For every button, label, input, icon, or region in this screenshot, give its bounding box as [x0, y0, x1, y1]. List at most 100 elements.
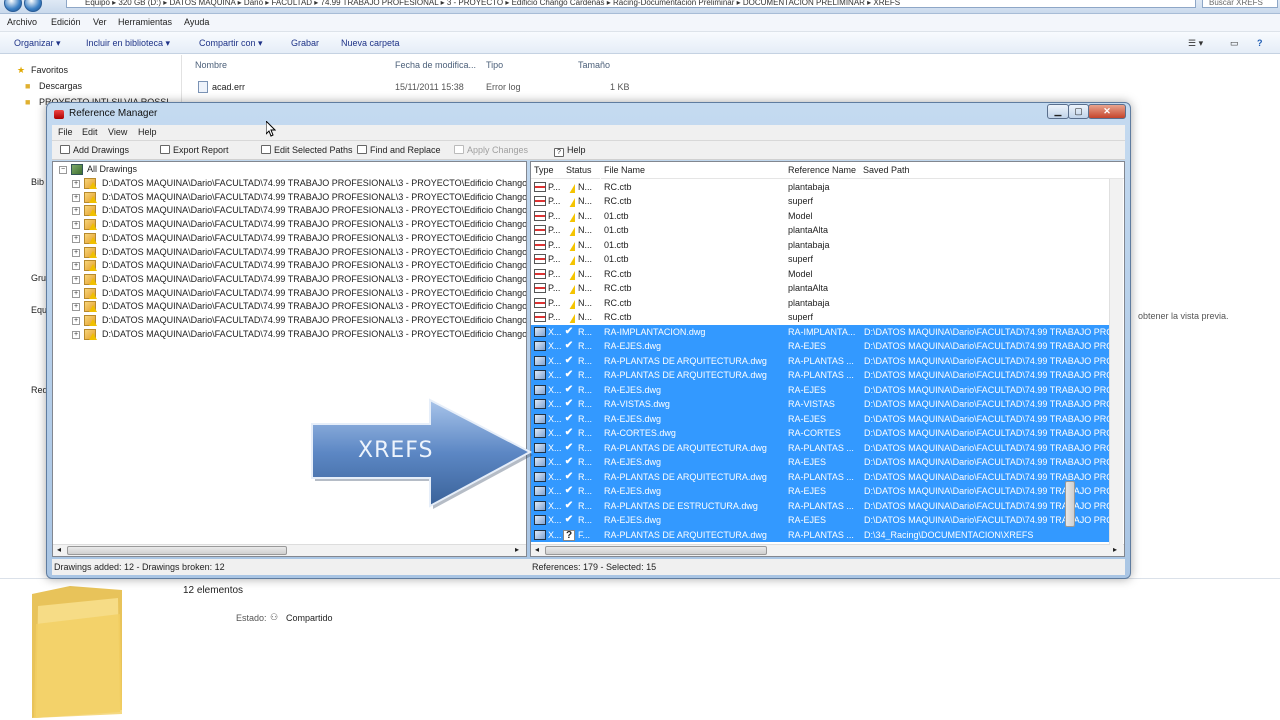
check-icon: ✔: [564, 471, 574, 482]
grabar-button[interactable]: Grabar: [291, 38, 319, 48]
menu-edit[interactable]: Edit: [82, 127, 98, 137]
reference-row[interactable]: P... N... 01.ctb plantabaja: [531, 238, 1109, 253]
tree-hscrollbar[interactable]: ◂ ▸: [53, 544, 526, 556]
reference-row[interactable]: X... ✔ R... RA-PLANTAS DE ARQUITECTURA.dwg R…: [531, 353, 1109, 369]
reference-row[interactable]: P... N... RC.ctb superf: [531, 194, 1109, 209]
reference-row[interactable]: X... ✔ R... RA-CORTES.dwg RA-CORTES D:\DATOS …: [531, 426, 1109, 441]
menu-view[interactable]: View: [108, 127, 127, 137]
edit-selected-paths-button[interactable]: Edit Selected Paths: [261, 145, 353, 155]
col-reference-name[interactable]: Reference Name: [785, 162, 861, 179]
col-status[interactable]: Status: [562, 162, 600, 179]
reference-row[interactable]: X... ✔ R... RA-PLANTAS DE ARQUITECTURA.dwg R…: [531, 440, 1109, 456]
collapse-icon[interactable]: −: [59, 166, 67, 174]
help-icon[interactable]: ?: [1257, 38, 1263, 48]
compartir-button[interactable]: Compartir con ▾: [199, 38, 263, 49]
reference-row[interactable]: X... ✔ R... RA-EJES.dwg RA-EJES D:\DATOS MAQU…: [531, 455, 1109, 470]
reference-row[interactable]: P... N... RC.ctb superf: [531, 310, 1109, 325]
menu-ayuda[interactable]: Ayuda: [184, 17, 209, 27]
scroll-left-icon[interactable]: ◂: [535, 545, 539, 554]
expand-icon[interactable]: +: [72, 193, 80, 202]
warning-icon: [89, 236, 97, 244]
reference-row[interactable]: X... ✔ R... RA-PLANTAS DE ESTRUCTURA.dwg RA-…: [531, 498, 1109, 514]
expand-icon[interactable]: +: [72, 303, 80, 312]
expand-icon[interactable]: +: [72, 289, 80, 298]
ref-type: X...: [548, 471, 562, 482]
col-fecha[interactable]: Fecha de modifica...: [395, 60, 476, 78]
expand-icon[interactable]: +: [72, 234, 80, 243]
list-vscrollbar[interactable]: [1109, 179, 1123, 545]
reference-row[interactable]: P... N... 01.ctb Model: [531, 209, 1109, 224]
menu-ver[interactable]: Ver: [93, 17, 107, 27]
add-drawings-button[interactable]: Add Drawings: [60, 145, 129, 155]
plot-style-icon: [534, 182, 546, 192]
expand-icon[interactable]: +: [72, 248, 80, 257]
back-icon[interactable]: [4, 0, 22, 12]
reference-row[interactable]: X... ✔ R... RA-EJES.dwg RA-EJES D:\DATOS MAQU…: [531, 411, 1109, 427]
view-options-icon[interactable]: ☰ ▾: [1188, 38, 1203, 49]
expand-icon[interactable]: +: [72, 221, 80, 230]
find-replace-button[interactable]: Find and Replace: [357, 145, 441, 155]
expand-icon[interactable]: +: [72, 275, 80, 284]
nueva-carpeta-button[interactable]: Nueva carpeta: [341, 38, 400, 48]
preview-pane-icon[interactable]: ▭: [1230, 38, 1239, 49]
list-hscrollbar[interactable]: ◂ ▸: [531, 544, 1124, 556]
col-file-name[interactable]: File Name: [601, 162, 785, 179]
reference-row[interactable]: P... N... RC.ctb plantabaja: [531, 180, 1109, 195]
reference-row[interactable]: X... ✔ R... RA-EJES.dwg RA-EJES D:\DATOS MAQU…: [531, 339, 1109, 354]
col-saved-path[interactable]: Saved Path: [861, 162, 1124, 179]
expand-icon[interactable]: +: [72, 262, 80, 271]
reference-row[interactable]: X... ✔ R... RA-EJES.dwg RA-EJES D:\DATOS MAQU…: [531, 513, 1109, 528]
expand-icon[interactable]: +: [72, 180, 80, 188]
file-row[interactable]: acad.err 15/11/2011 15:38 Error log 1 KB: [196, 80, 636, 94]
menu-archivo[interactable]: Archivo: [7, 17, 37, 27]
scroll-left-icon[interactable]: ◂: [57, 545, 61, 554]
nav-favoritos[interactable]: Favoritos: [31, 65, 68, 75]
forward-icon[interactable]: [24, 0, 42, 12]
reference-row[interactable]: X... ✔ R... RA-VISTAS.dwg RA-VISTAS D:\DATOS …: [531, 397, 1109, 412]
reference-row[interactable]: P... N... RC.ctb plantabaja: [531, 296, 1109, 311]
expand-icon[interactable]: +: [72, 207, 80, 216]
reference-row[interactable]: X... ✔ R... RA-EJES.dwg RA-EJES D:\DATOS MAQU…: [531, 484, 1109, 499]
scroll-right-icon[interactable]: ▸: [1113, 545, 1117, 554]
reference-row[interactable]: P... N... 01.ctb plantaAlta: [531, 223, 1109, 238]
nav-descargas[interactable]: Descargas: [39, 81, 82, 91]
menu-file[interactable]: File: [58, 127, 73, 137]
reference-row[interactable]: X... ✔ R... RA-PLANTAS DE ARQUITECTURA.dwg R…: [531, 469, 1109, 485]
close-button[interactable]: ✕: [1088, 104, 1126, 119]
reference-row[interactable]: X... ✔ R... RA-EJES.dwg RA-EJES D:\DATOS MAQU…: [531, 382, 1109, 398]
menu-edicion[interactable]: Edición: [51, 17, 81, 27]
help-button[interactable]: ? Help: [554, 145, 586, 157]
tree-hscroll-thumb[interactable]: [67, 546, 287, 555]
nav-bibliotecas[interactable]: Bib: [31, 177, 44, 187]
apply-changes-button[interactable]: Apply Changes: [454, 145, 528, 155]
export-report-button[interactable]: Export Report: [160, 145, 229, 155]
address-field[interactable]: Equipo ▸ 320 GB (D:) ▸ DATOS MAQUINA ▸ D…: [66, 0, 1196, 8]
expand-icon[interactable]: +: [72, 330, 80, 339]
incluir-biblioteca-button[interactable]: Incluir en biblioteca ▾: [86, 38, 170, 49]
expand-icon[interactable]: +: [72, 317, 80, 325]
organizar-button[interactable]: Organizar ▾: [14, 38, 61, 49]
col-tamano[interactable]: Tamaño: [578, 60, 610, 78]
reference-row[interactable]: P... N... RC.ctb plantaAlta: [531, 281, 1109, 296]
scroll-right-icon[interactable]: ▸: [515, 545, 519, 554]
search-input[interactable]: Buscar XREFS: [1202, 0, 1278, 8]
warning-icon: [563, 211, 575, 222]
list-vscroll-thumb[interactable]: [1065, 481, 1075, 527]
maximize-button[interactable]: ▢: [1068, 104, 1089, 119]
col-nombre[interactable]: Nombre: [195, 60, 227, 78]
references-list[interactable]: Type Status File Name Reference Name Sav…: [530, 161, 1125, 557]
menu-herramientas[interactable]: Herramientas: [118, 17, 172, 27]
reference-row[interactable]: X... ✔ R... RA-IMPLANTACION.dwg RA-IMPLANTA.…: [531, 324, 1109, 340]
check-icon: ✔: [564, 457, 574, 468]
reference-row[interactable]: X...? F... RA-PLANTAS DE ARQUITECTURA.dwg R…: [531, 527, 1109, 543]
nav-equipo[interactable]: Equ: [31, 305, 47, 315]
reference-row[interactable]: P... N... RC.ctb Model: [531, 267, 1109, 282]
minimize-button[interactable]: ▁: [1047, 104, 1069, 119]
col-tipo[interactable]: Tipo: [486, 60, 503, 78]
reference-row[interactable]: X... ✔ R... RA-PLANTAS DE ARQUITECTURA.dwg R…: [531, 368, 1109, 383]
plot-style-icon: [534, 254, 546, 265]
nav-grupo[interactable]: Gru: [31, 273, 46, 283]
list-hscroll-thumb[interactable]: [545, 546, 767, 555]
reference-row[interactable]: P... N... 01.ctb superf: [531, 252, 1109, 267]
menu-help[interactable]: Help: [138, 127, 157, 137]
